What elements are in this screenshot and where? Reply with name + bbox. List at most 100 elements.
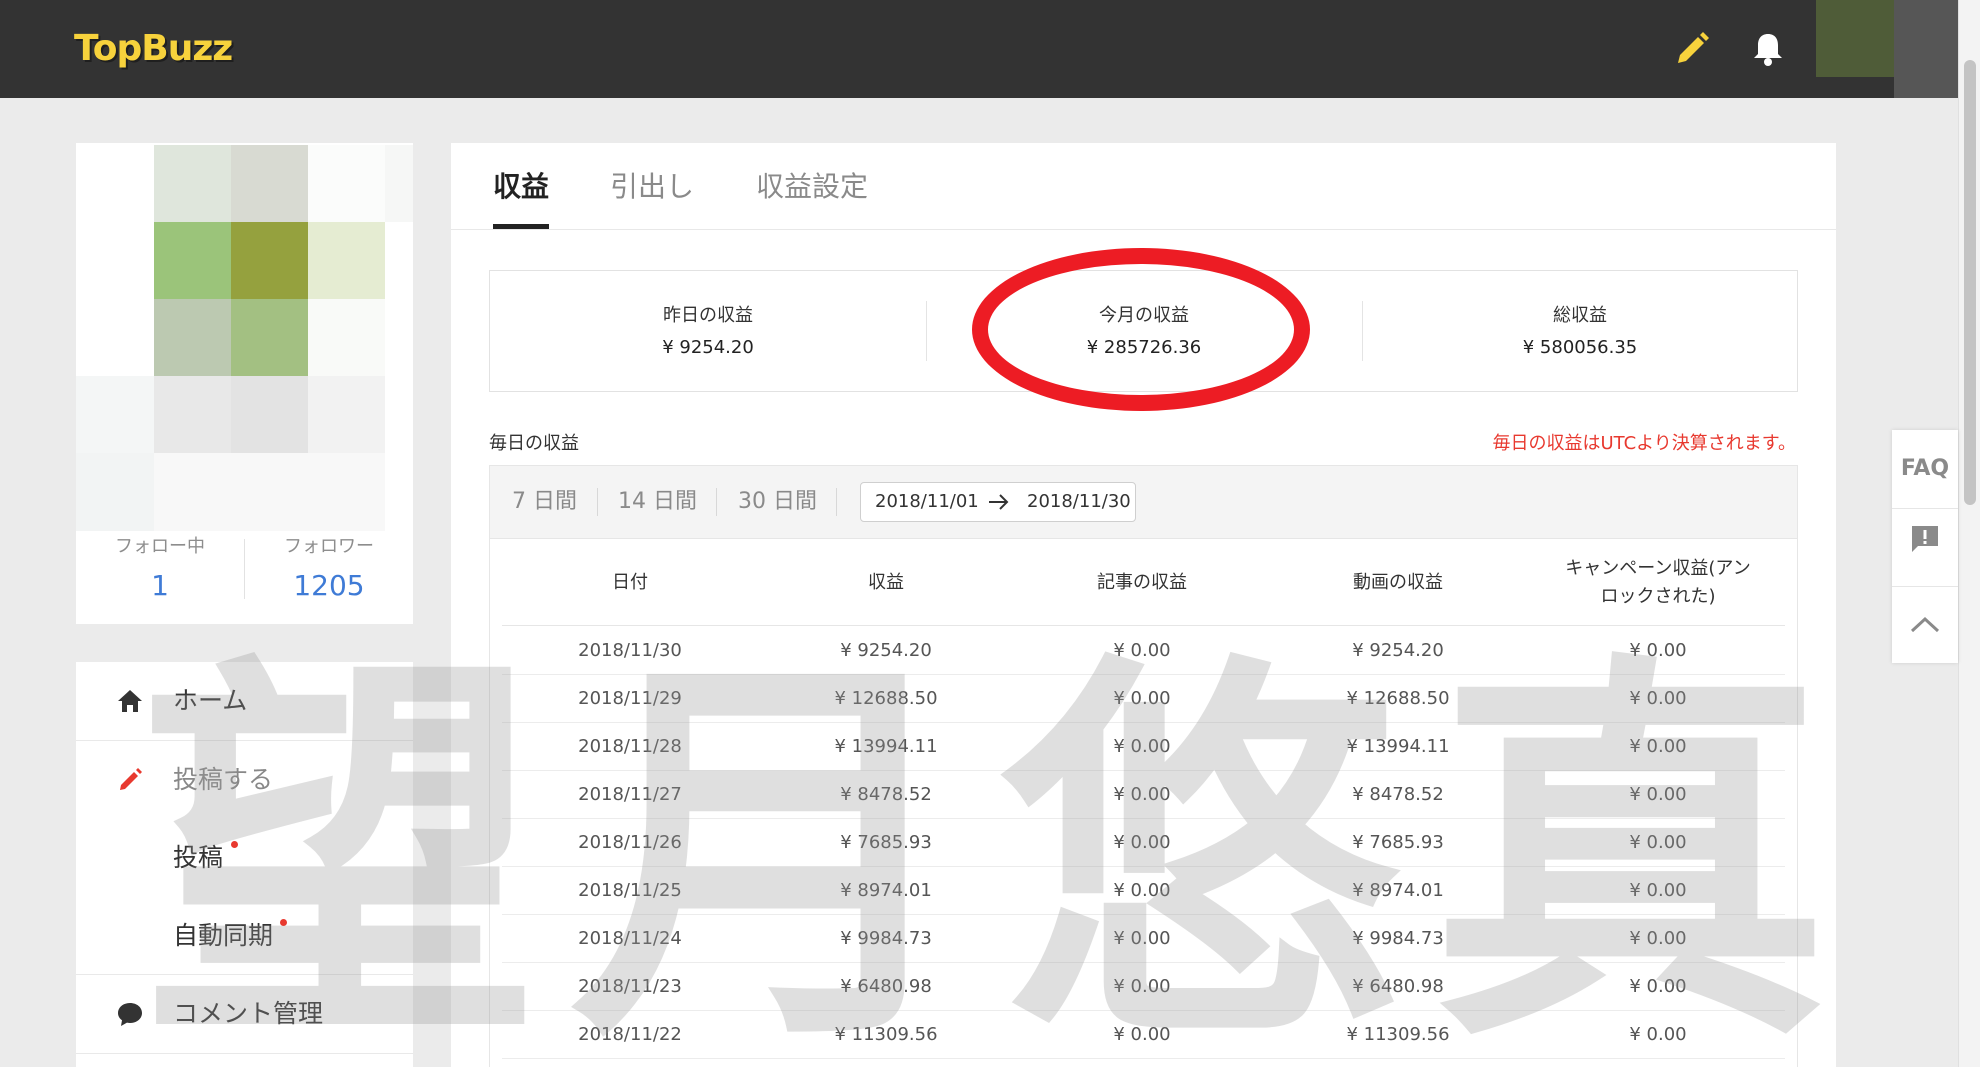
notification-dot [231,841,238,848]
widget-divider [1892,508,1958,509]
feedback-icon[interactable] [1909,523,1941,555]
menu-item-post[interactable]: 投稿 [76,819,413,897]
date-cell: 2018/11/29 [578,688,682,709]
article-earnings-cell: ¥ 0.00 [1113,976,1171,997]
notification-dot [280,919,287,926]
header-video-earnings: 動画の収益 [1353,571,1443,593]
tab-earnings-settings[interactable]: 収益設定 [756,143,868,229]
total-value: ¥ 580056.35 [1522,337,1638,358]
following-count: 1 [151,569,169,602]
following-stat[interactable]: フォロー中 1 [76,534,244,606]
menu-label-post-section: 投稿する [173,765,274,794]
campaign-earnings-cell: ¥ 0.00 [1629,736,1687,757]
earnings-cell: ¥ 8478.52 [840,784,932,805]
home-icon [118,690,142,712]
followers-count: 1205 [293,569,365,602]
arrow-right-icon [989,494,1009,510]
followers-stat[interactable]: フォロワー 1205 [245,534,413,606]
mosaic-tile [76,222,154,299]
tab-withdraw[interactable]: 引出し [610,143,694,229]
scrollbar-thumb[interactable] [1964,60,1976,505]
earnings-cell: ¥ 9984.73 [840,928,932,949]
campaign-earnings-cell: ¥ 0.00 [1629,640,1687,661]
mosaic-tile [76,376,154,453]
filter-14-days[interactable]: 14 日間 [618,466,697,538]
article-earnings-cell: ¥ 0.00 [1113,736,1171,757]
menu-item-comments[interactable]: コメント管理 [76,975,413,1053]
top-bar: TopBuzz [0,0,1980,98]
mosaic-tile [385,222,413,299]
yesterday-value: ¥ 9254.20 [662,337,754,358]
total-label: 総収益 [1553,305,1607,326]
campaign-earnings-cell: ¥ 0.00 [1629,1024,1687,1045]
page-scrollbar[interactable] [1958,0,1980,1067]
filter-30-days[interactable]: 30 日間 [738,466,817,538]
filter-divider [597,488,598,516]
table-row: 2018/11/26 ¥ 7685.93 ¥ 0.00 ¥ 7685.93 ¥ 0.00 [502,819,1785,867]
comment-icon [118,1003,142,1026]
mosaic-tile [308,376,385,453]
pencil-icon[interactable] [1670,27,1714,71]
topbuzz-logo[interactable]: TopBuzz [74,24,233,74]
menu-item-post-section[interactable]: 投稿する [76,741,413,819]
campaign-earnings-cell: ¥ 0.00 [1629,928,1687,949]
menu-label-comments: コメント管理 [173,999,324,1028]
menu-divider [76,1053,413,1054]
date-cell: 2018/11/22 [578,1024,682,1045]
table-row: 2018/11/22 ¥ 11309.56 ¥ 0.00 ¥ 11309.56 ¥ 0.… [502,1011,1785,1059]
menu-item-auto-sync[interactable]: 自動同期 [76,897,413,975]
mosaic-tile [154,453,231,531]
tab-earnings[interactable]: 収益 [493,143,549,229]
table-row: 2018/11/28 ¥ 13994.11 ¥ 0.00 ¥ 13994.11 ¥ 0.… [502,723,1785,771]
campaign-earnings-cell: ¥ 0.00 [1629,784,1687,805]
mosaic-tile [385,453,413,531]
bell-icon[interactable] [1746,27,1790,71]
video-earnings-cell: ¥ 7685.93 [1352,832,1444,853]
mosaic-tile [231,299,308,376]
date-cell: 2018/11/25 [578,880,682,901]
mosaic-tile [76,145,154,222]
profile-image-mosaic[interactable] [76,145,413,531]
mosaic-tile [76,299,154,376]
mosaic-tile [385,299,413,376]
daily-earnings-table: 日付 収益 記事の収益 動画の収益 キャンペーン収益(アンロックされた) 201… [489,539,1798,1067]
mosaic-tile [308,145,385,222]
followers-label: フォロワー [284,536,374,557]
article-earnings-cell: ¥ 0.00 [1113,1024,1171,1045]
video-earnings-cell: ¥ 8974.01 [1352,880,1444,901]
article-earnings-cell: ¥ 0.00 [1113,688,1171,709]
mosaic-tile [154,376,231,453]
mosaic-tile [154,299,231,376]
date-range-picker[interactable]: 2018/11/01 2018/11/30 [860,482,1136,522]
earnings-cell: ¥ 8974.01 [840,880,932,901]
video-earnings-cell: ¥ 9984.73 [1352,928,1444,949]
table-row: 2018/11/24 ¥ 9984.73 ¥ 0.00 ¥ 9984.73 ¥ 0.00 [502,915,1785,963]
summary-total: 総収益 ¥ 580056.35 [1362,271,1798,391]
faq-button[interactable]: FAQ [1892,430,1958,508]
highlight-annotation-circle [972,248,1310,411]
video-earnings-cell: ¥ 9254.20 [1352,640,1444,661]
chevron-up-icon[interactable] [1909,609,1941,641]
menu-item-home[interactable]: ホーム [76,662,413,740]
menu-label-home: ホーム [173,686,248,715]
filter-divider [836,488,837,516]
header-article-earnings: 記事の収益 [1097,571,1187,593]
earnings-cell: ¥ 12688.50 [834,688,938,709]
campaign-earnings-cell: ¥ 0.00 [1629,688,1687,709]
earnings-cell: ¥ 13994.11 [834,736,938,757]
filter-7-days[interactable]: 7 日間 [512,466,577,538]
daily-earnings-title: 毎日の収益 [489,433,579,454]
mosaic-tile [308,453,385,531]
mosaic-tile [231,453,308,531]
header-earnings: 収益 [868,571,904,593]
following-label: フォロー中 [115,536,205,557]
date-cell: 2018/11/26 [578,832,682,853]
table-row: 2018/11/23 ¥ 6480.98 ¥ 0.00 ¥ 6480.98 ¥ 0.00 [502,963,1785,1011]
mosaic-tile [385,376,413,453]
user-avatar[interactable] [1816,0,1894,77]
mosaic-tile [76,453,154,531]
mosaic-tile [231,376,308,453]
utc-settlement-note: 毎日の収益はUTCより決算されます。 [1492,433,1796,454]
date-cell: 2018/11/27 [578,784,682,805]
date-cell: 2018/11/23 [578,976,682,997]
